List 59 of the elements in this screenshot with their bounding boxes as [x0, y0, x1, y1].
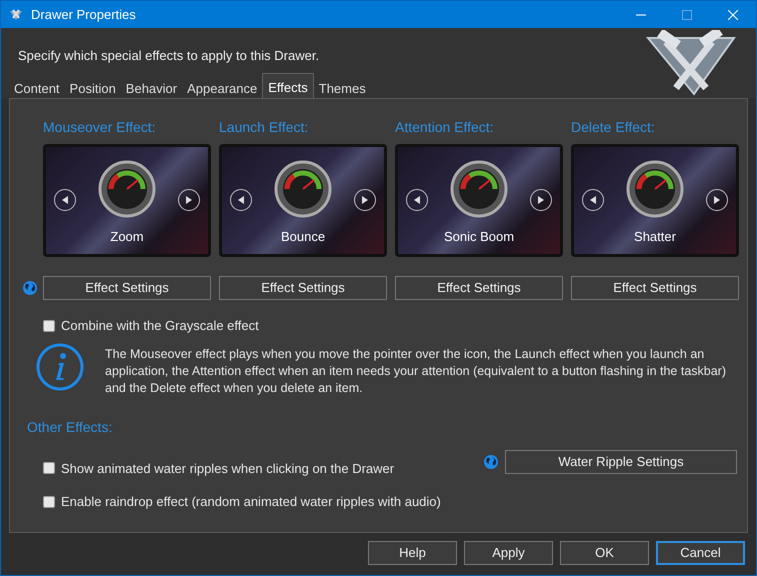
tab[interactable]: Behavior: [120, 76, 182, 98]
next-button[interactable]: [530, 189, 552, 211]
effect-name: Bounce: [280, 228, 326, 246]
checkbox[interactable]: [43, 496, 55, 508]
effect-name: Sonic Boom: [442, 228, 516, 246]
right-triangle-icon: [713, 196, 721, 204]
previous-button[interactable]: [582, 189, 604, 211]
tab[interactable]: Position: [64, 76, 121, 98]
effect-settings-button[interactable]: Effect Settings: [219, 276, 387, 300]
dialog-button[interactable]: Apply: [464, 541, 553, 565]
dialog-button[interactable]: Cancel: [656, 541, 745, 565]
effect-settings-button[interactable]: Effect Settings: [43, 276, 211, 300]
info-text: The Mouseover effect plays when you move the pointer over the icon, the Launch effect when you launch an application, the Attention effect when an item needs your attention (equivalent to a button flashing in the taskbar) and the Delete effect when you delete an item.: [105, 346, 728, 396]
close-icon: [728, 10, 738, 20]
right-triangle-icon: [361, 196, 369, 204]
previous-button[interactable]: [230, 189, 252, 211]
globe-icon: [22, 280, 38, 296]
effect-settings-button[interactable]: Effect Settings: [571, 276, 739, 300]
effect-settings-button[interactable]: Effect Settings: [395, 276, 563, 300]
left-triangle-icon: [589, 196, 597, 204]
gauge-icon: [626, 160, 684, 218]
globe-icon: [483, 454, 499, 470]
left-triangle-icon: [61, 196, 69, 204]
window-title: Drawer Properties: [31, 6, 136, 24]
info-icon: [35, 342, 85, 392]
checkbox-label: Show animated water ripples when clicking on the Drawer: [61, 460, 394, 478]
next-button[interactable]: [354, 189, 376, 211]
tab[interactable]: Appearance: [182, 76, 262, 98]
checkbox[interactable]: [43, 320, 55, 332]
left-triangle-icon: [237, 196, 245, 204]
right-triangle-icon: [185, 196, 193, 204]
next-button[interactable]: [178, 189, 200, 211]
previous-button[interactable]: [406, 189, 428, 211]
checkbox-label: Combine with the Grayscale effect: [61, 317, 259, 335]
water-ripple-settings-button[interactable]: Water Ripple Settings: [505, 450, 737, 474]
maximize-icon: [682, 10, 692, 20]
dialog-button[interactable]: Help: [368, 541, 457, 565]
section-title: Other Effects:: [27, 418, 114, 436]
gauge-icon: [450, 160, 508, 218]
checkbox-label: Enable raindrop effect (random animated water ripples with audio): [61, 493, 441, 511]
tab[interactable]: Themes: [314, 76, 371, 98]
header-subtitle: Specify which special effects to apply to this Drawer.: [18, 47, 320, 65]
effect-title: Launch Effect:: [219, 118, 310, 135]
effect-title: Delete Effect:: [571, 118, 656, 135]
previous-button[interactable]: [54, 189, 76, 211]
gauge-icon: [274, 160, 332, 218]
checkbox[interactable]: [43, 462, 55, 474]
effect-name: Shatter: [633, 228, 677, 246]
app-icon: [9, 8, 23, 22]
right-triangle-icon: [537, 196, 545, 204]
dialog-button[interactable]: OK: [560, 541, 649, 565]
next-button[interactable]: [706, 189, 728, 211]
effect-name: Zoom: [109, 228, 145, 246]
left-triangle-icon: [413, 196, 421, 204]
tab[interactable]: Effects: [262, 73, 314, 98]
effect-title: Attention Effect:: [395, 118, 495, 135]
effect-title: Mouseover Effect:: [43, 118, 157, 135]
gauge-icon: [98, 160, 156, 218]
tab[interactable]: Content: [9, 76, 65, 98]
